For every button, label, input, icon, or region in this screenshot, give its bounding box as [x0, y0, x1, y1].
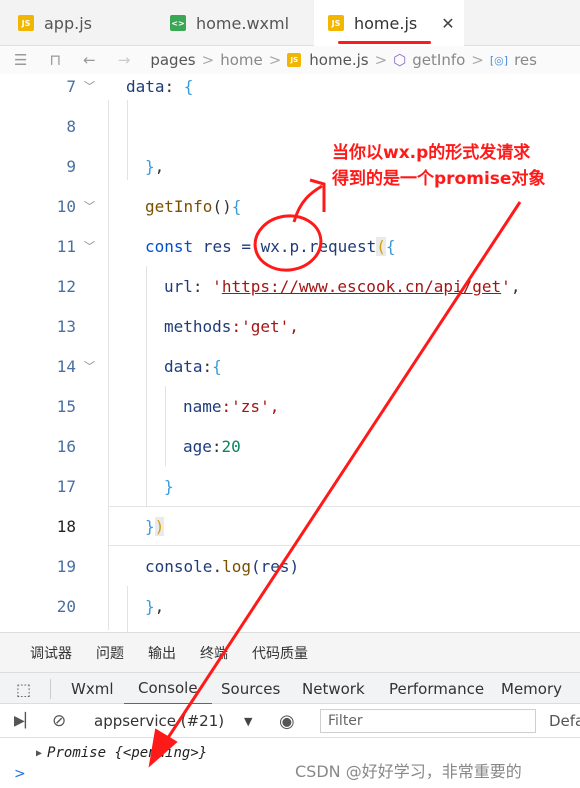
annotation-long-arrowhead [148, 728, 178, 768]
annotation-overlay [148, 178, 522, 768]
annotation-small-arrowhead [309, 178, 326, 212]
annotation-circle [253, 214, 323, 272]
annotation-long-arrow [158, 201, 522, 751]
